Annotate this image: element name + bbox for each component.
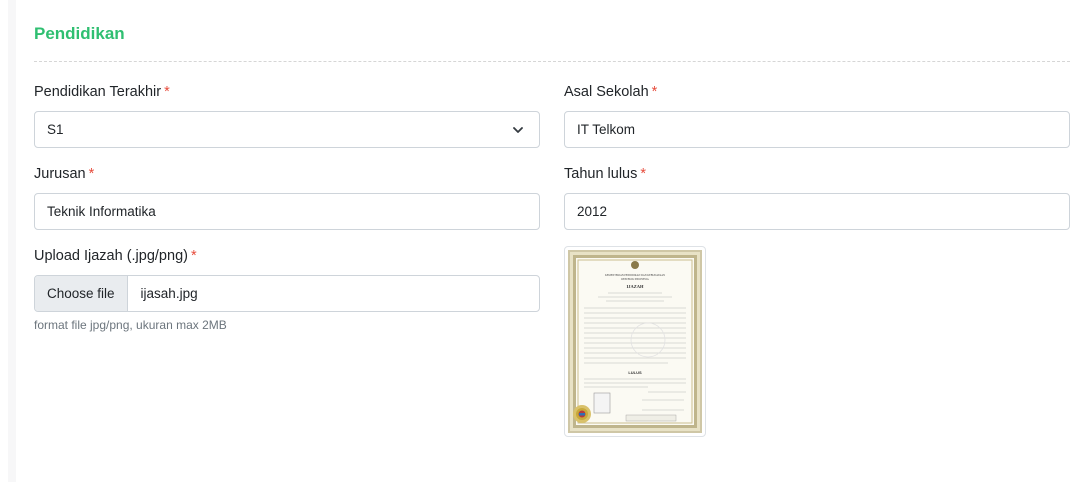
- required-mark: *: [640, 166, 647, 182]
- jurusan-label: Jurusan *: [34, 166, 94, 182]
- ijazah-title: IJAZAH: [626, 284, 644, 289]
- pendidikan-terakhir-label: Pendidikan Terakhir *: [34, 84, 170, 100]
- left-border: [8, 0, 16, 482]
- chevron-down-icon: [513, 127, 523, 133]
- pendidikan-terakhir-select[interactable]: S1: [34, 111, 540, 148]
- tahun-lulus-label: Tahun lulus *: [564, 166, 646, 182]
- required-mark: *: [190, 248, 197, 264]
- choose-file-button[interactable]: Choose file: [35, 276, 128, 311]
- ijazah-preview-image: KEMENTERIAN PENDIDIKAN DAN KEBUDAYAAN RE…: [564, 246, 706, 437]
- file-name: ijasah.jpg: [140, 286, 198, 301]
- ijazah-status: LULUS: [628, 370, 642, 375]
- required-mark: *: [651, 84, 658, 100]
- tahun-lulus-input[interactable]: 2012: [564, 193, 1070, 230]
- asal-sekolah-input[interactable]: IT Telkom: [564, 111, 1070, 148]
- pendidikan-terakhir-value: S1: [47, 122, 64, 137]
- jurusan-label-text: Jurusan: [34, 166, 86, 182]
- ijazah-header-line-2: REPUBLIK INDONESIA: [621, 278, 649, 281]
- file-hint: format file jpg/png, ukuran max 2MB: [34, 318, 227, 332]
- section-title: Pendidikan: [34, 24, 125, 43]
- asal-sekolah-value: IT Telkom: [577, 122, 636, 137]
- tahun-lulus-value: 2012: [577, 204, 608, 219]
- ijazah-header-line-1: KEMENTERIAN PENDIDIKAN DAN KEBUDAYAAN: [605, 274, 665, 277]
- tahun-lulus-label-text: Tahun lulus: [564, 166, 638, 182]
- section-divider: [34, 61, 1070, 62]
- asal-sekolah-label-text: Asal Sekolah: [564, 84, 649, 100]
- ijazah-file-input[interactable]: Choose file ijasah.jpg: [34, 275, 540, 312]
- asal-sekolah-label: Asal Sekolah *: [564, 84, 657, 100]
- ijazah-label-text: Upload Ijazah (.jpg/png): [34, 248, 188, 264]
- jurusan-input[interactable]: Teknik Informatika: [34, 193, 540, 230]
- ijazah-label: Upload Ijazah (.jpg/png) *: [34, 248, 197, 264]
- jurusan-value: Teknik Informatika: [47, 204, 156, 219]
- required-mark: *: [164, 84, 170, 100]
- ijazah-document-thumbnail: KEMENTERIAN PENDIDIKAN DAN KEBUDAYAAN RE…: [568, 250, 702, 433]
- pendidikan-terakhir-label-text: Pendidikan Terakhir: [34, 84, 162, 100]
- required-mark: *: [88, 166, 95, 182]
